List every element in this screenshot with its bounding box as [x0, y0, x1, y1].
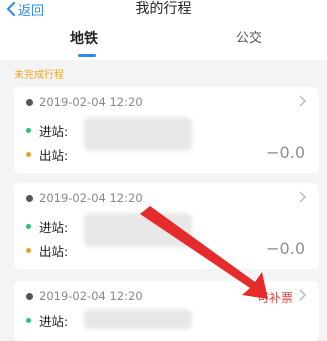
top-nav-bar: 返回 我的行程: [0, 0, 327, 24]
exit-label: 出站:: [39, 148, 69, 163]
entry-station: 进站:: [26, 217, 68, 236]
tab-bar: 地铁 公交: [0, 24, 327, 60]
trip-time-row: 2019-02-04 12:20: [26, 95, 143, 109]
chevron-right-icon: [299, 289, 307, 301]
clock-icon: [26, 194, 33, 202]
trip-time-row: 2019-02-04 12:20: [26, 191, 143, 205]
exit-label: 出站:: [39, 244, 69, 259]
page-title: 我的行程: [135, 1, 192, 17]
trip-card[interactable]: 2019-02-04 12:20 进站: 出站: −0.0: [14, 87, 319, 173]
exit-dot: [26, 248, 31, 253]
active-tab-indicator: [78, 54, 96, 57]
exit-dot: [26, 152, 31, 157]
clock-icon: [26, 98, 33, 106]
chevron-right-icon: [299, 191, 307, 203]
trip-card[interactable]: 2019-02-04 12:20 进站: 出站: −0.0: [14, 183, 319, 269]
tab-subway[interactable]: 地铁: [70, 30, 98, 48]
trip-datetime: 2019-02-04 12:20: [39, 191, 143, 205]
fare-amount: −0.0: [266, 143, 305, 162]
entry-dot: [26, 128, 31, 133]
exit-station: 出站:: [26, 241, 68, 260]
trip-card[interactable]: 2019-02-04 12:20 可补票 进站:: [14, 281, 319, 341]
clock-icon: [26, 292, 33, 300]
trip-time-row: 2019-02-04 12:20: [26, 289, 143, 303]
blurred-station-names: [84, 309, 192, 329]
entry-label: 进站:: [39, 314, 69, 329]
entry-label: 进站:: [39, 124, 69, 139]
entry-station: 进站:: [26, 311, 68, 330]
entry-dot: [26, 224, 31, 229]
blurred-station-names: [84, 213, 192, 247]
entry-label: 进站:: [39, 220, 69, 235]
section-label-unfinished: 未完成行程: [14, 70, 64, 81]
blurred-station-names: [84, 117, 192, 151]
chevron-right-icon: [299, 95, 307, 107]
trip-datetime: 2019-02-04 12:20: [39, 289, 143, 303]
refill-ticket-link[interactable]: 可补票: [257, 289, 293, 306]
fare-amount: −0.0: [266, 239, 305, 258]
entry-station: 进站:: [26, 121, 68, 140]
exit-station: 出站:: [26, 145, 68, 164]
tab-bus[interactable]: 公交: [236, 30, 262, 48]
trip-datetime: 2019-02-04 12:20: [39, 95, 143, 109]
